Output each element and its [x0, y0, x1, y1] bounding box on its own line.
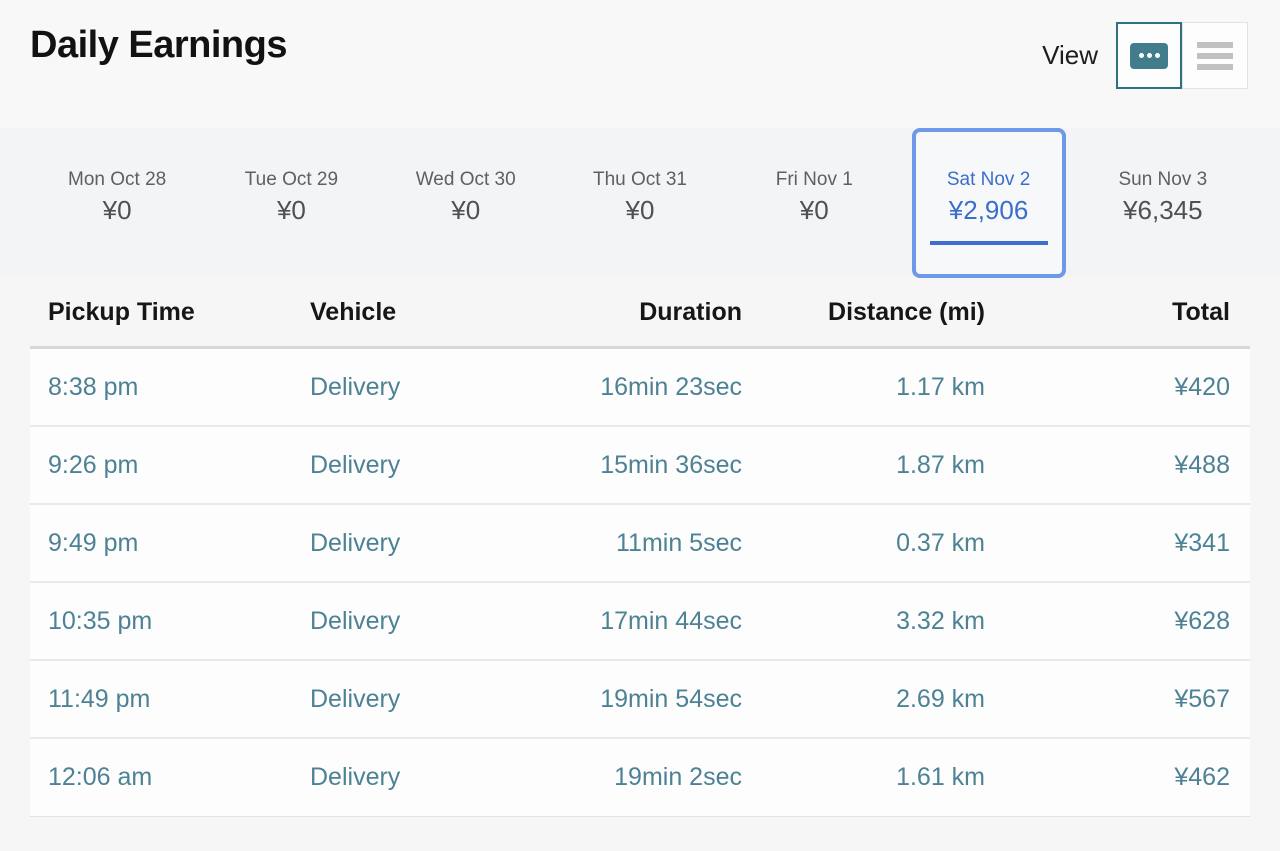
view-toggle-group	[1116, 22, 1248, 89]
page-title: Daily Earnings	[30, 24, 287, 67]
card-dots-icon	[1130, 43, 1168, 69]
day-label: Wed Oct 30	[416, 168, 516, 192]
table-cell: 11min 5sec	[490, 529, 760, 558]
table-cell: 17min 44sec	[490, 607, 760, 636]
day-amount: ¥0	[800, 194, 829, 227]
table-cell: 3.32 km	[760, 607, 1003, 636]
table-cell: ¥567	[1003, 685, 1248, 714]
table-cell: 8:38 pm	[30, 373, 292, 402]
day-label: Fri Nov 1	[776, 168, 853, 192]
table-cell: 11:49 pm	[30, 685, 292, 714]
day-label: Tue Oct 29	[245, 168, 338, 192]
day-tab-wed-oct-30[interactable]: Wed Oct 30¥0	[379, 128, 553, 278]
day-label: Sun Nov 3	[1118, 168, 1207, 192]
day-amount: ¥6,345	[1123, 194, 1203, 227]
table-cell: 9:26 pm	[30, 451, 292, 480]
table-row[interactable]: 12:06 amDelivery19min 2sec1.61 km¥462	[30, 739, 1250, 817]
day-box: Sun Nov 3¥6,345	[1086, 128, 1240, 278]
table-cell: Delivery	[292, 763, 490, 792]
card-view-button[interactable]	[1116, 22, 1182, 89]
day-label: Mon Oct 28	[68, 168, 166, 192]
table-cell: 1.87 km	[760, 451, 1003, 480]
day-tab-mon-oct-28[interactable]: Mon Oct 28¥0	[30, 128, 204, 278]
table-cell: 12:06 am	[30, 763, 292, 792]
table-row[interactable]: 9:49 pmDelivery11min 5sec0.37 km¥341	[30, 505, 1250, 583]
table-cell: ¥341	[1003, 529, 1248, 558]
earnings-table: Pickup TimeVehicleDurationDistance (mi)T…	[30, 278, 1250, 817]
day-tab-fri-nov-1[interactable]: Fri Nov 1¥0	[727, 128, 901, 278]
column-header-vehicle: Vehicle	[292, 298, 490, 327]
table-cell: Delivery	[292, 607, 490, 636]
table-cell: 2.69 km	[760, 685, 1003, 714]
table-cell: ¥628	[1003, 607, 1248, 636]
column-header-pickup-time: Pickup Time	[30, 298, 292, 327]
day-box: Mon Oct 28¥0	[40, 128, 194, 278]
day-selector-strip: Mon Oct 28¥0Tue Oct 29¥0Wed Oct 30¥0Thu …	[0, 128, 1280, 278]
view-label: View	[1042, 40, 1098, 71]
table-row[interactable]: 10:35 pmDelivery17min 44sec3.32 km¥628	[30, 583, 1250, 661]
table-row[interactable]: 8:38 pmDelivery16min 23sec1.17 km¥420	[30, 349, 1250, 427]
table-cell: 1.61 km	[760, 763, 1003, 792]
topbar: Daily Earnings View	[0, 0, 1280, 128]
day-tab-thu-oct-31[interactable]: Thu Oct 31¥0	[553, 128, 727, 278]
day-box: Fri Nov 1¥0	[737, 128, 891, 278]
table-cell: 19min 2sec	[490, 763, 760, 792]
table-cell: Delivery	[292, 451, 490, 480]
table-cell: Delivery	[292, 373, 490, 402]
day-amount: ¥0	[103, 194, 132, 227]
column-header-duration: Duration	[490, 298, 760, 327]
list-lines-icon	[1197, 42, 1233, 70]
table-cell: ¥420	[1003, 373, 1248, 402]
table-cell: 10:35 pm	[30, 607, 292, 636]
table-body: 8:38 pmDelivery16min 23sec1.17 km¥4209:2…	[30, 349, 1250, 817]
table-cell: 19min 54sec	[490, 685, 760, 714]
day-tab-tue-oct-29[interactable]: Tue Oct 29¥0	[204, 128, 378, 278]
table-cell: 9:49 pm	[30, 529, 292, 558]
table-cell: Delivery	[292, 529, 490, 558]
day-label: Sat Nov 2	[947, 168, 1030, 192]
selected-day-box: Sat Nov 2¥2,906	[912, 128, 1066, 278]
table-header-row: Pickup TimeVehicleDurationDistance (mi)T…	[30, 278, 1250, 349]
day-tab-sun-nov-3[interactable]: Sun Nov 3¥6,345	[1076, 128, 1250, 278]
table-cell: ¥462	[1003, 763, 1248, 792]
table-cell: ¥488	[1003, 451, 1248, 480]
day-box: Tue Oct 29¥0	[214, 128, 368, 278]
table-row[interactable]: 11:49 pmDelivery19min 54sec2.69 km¥567	[30, 661, 1250, 739]
column-header-distance-mi: Distance (mi)	[760, 298, 1003, 327]
day-tab-sat-nov-2[interactable]: Sat Nov 2¥2,906	[901, 128, 1075, 278]
view-switcher: View	[1042, 22, 1248, 89]
table-cell: 0.37 km	[760, 529, 1003, 558]
table-cell: Delivery	[292, 685, 490, 714]
day-box: Wed Oct 30¥0	[389, 128, 543, 278]
day-box: Thu Oct 31¥0	[563, 128, 717, 278]
table-cell: 16min 23sec	[490, 373, 760, 402]
list-view-button[interactable]	[1182, 22, 1248, 89]
table-cell: 15min 36sec	[490, 451, 760, 480]
table-row[interactable]: 9:26 pmDelivery15min 36sec1.87 km¥488	[30, 427, 1250, 505]
selected-day-underline	[930, 241, 1048, 245]
column-header-total: Total	[1003, 298, 1248, 327]
day-amount: ¥0	[451, 194, 480, 227]
day-amount: ¥0	[277, 194, 306, 227]
table-cell: 1.17 km	[760, 373, 1003, 402]
day-amount: ¥2,906	[949, 194, 1029, 227]
day-amount: ¥0	[626, 194, 655, 227]
day-label: Thu Oct 31	[593, 168, 687, 192]
